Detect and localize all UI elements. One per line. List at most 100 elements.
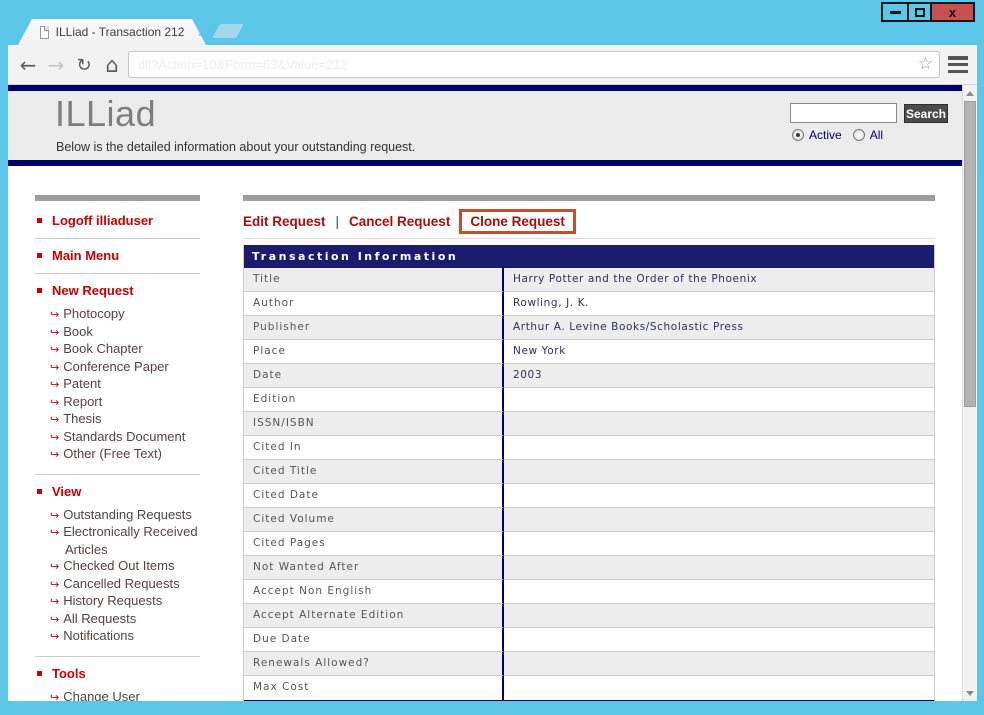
table-row: PublisherArthur A. Levine Books/Scholast…	[244, 316, 934, 340]
item-arrow-icon: ↪	[50, 431, 59, 444]
bookmark-star-icon[interactable]: ☆	[918, 54, 933, 74]
sidebar-nav: Logoff illiaduser Main Menu New Request …	[35, 195, 200, 701]
sidebar-item-tools[interactable]: Tools	[35, 666, 200, 681]
sidebar-item-checked-out-items[interactable]: ↪Checked Out Items	[35, 558, 200, 576]
clone-request-highlight-box: Clone Request	[459, 209, 576, 234]
item-arrow-icon: ↪	[50, 396, 59, 409]
reload-icon[interactable]: ↻	[72, 45, 96, 85]
page-scrollbar[interactable]	[962, 85, 977, 701]
page-viewport: ILLiad Below is the detailed information…	[8, 85, 962, 701]
item-arrow-icon: ↪	[50, 509, 59, 522]
radio-all-label[interactable]: All	[870, 128, 883, 142]
sidebar-item-history-requests[interactable]: ↪History Requests	[35, 593, 200, 611]
sidebar-item-logoff[interactable]: Logoff illiaduser	[35, 213, 200, 228]
sidebar-item-new-request[interactable]: New Request	[35, 283, 200, 298]
browser-tab[interactable]: ILLiad - Transaction 212 ×	[18, 19, 206, 45]
window-close-button[interactable]: x	[930, 2, 975, 22]
search-input[interactable]	[790, 103, 897, 123]
tab-close-icon[interactable]: ×	[198, 25, 206, 40]
sidebar-section-main-menu: Main Menu	[35, 238, 200, 273]
sidebar-item-photocopy[interactable]: ↪Photocopy	[35, 306, 200, 324]
table-row: Edition	[244, 388, 934, 412]
sidebar-item-electronically-received-articles[interactable]: ↪Electronically Received Articles	[35, 524, 200, 558]
home-icon[interactable]: ⌂	[100, 45, 124, 85]
sidebar-section-view: View ↪Outstanding Requests ↪Electronical…	[35, 474, 200, 656]
item-arrow-icon: ↪	[50, 578, 59, 591]
address-bar[interactable]: dll?Action=10&Form=63&Value=212 ☆	[128, 51, 940, 78]
transaction-table-rows: TitleHarry Potter and the Order of the P…	[244, 268, 934, 700]
item-arrow-icon: ↪	[50, 560, 59, 573]
browser-window: x ILLiad - Transaction 212 × ← → ↻ ⌂ dll…	[0, 0, 984, 715]
table-row: ISSN/ISBN	[244, 412, 934, 436]
search-scope-radios: Active All	[792, 128, 889, 142]
table-row: Due Date	[244, 628, 934, 652]
actions-divider	[243, 238, 935, 239]
radio-all[interactable]	[853, 129, 865, 141]
scroll-down-button[interactable]	[963, 685, 977, 701]
sidebar-top-bar	[35, 195, 200, 201]
table-row: Accept Non English	[244, 580, 934, 604]
sidebar-item-patent[interactable]: ↪Patent	[35, 376, 200, 394]
sidebar-item-outstanding-requests[interactable]: ↪Outstanding Requests	[35, 507, 200, 525]
sidebar-item-report[interactable]: ↪Report	[35, 394, 200, 412]
menu-icon[interactable]	[948, 56, 968, 73]
item-arrow-icon: ↪	[50, 613, 59, 626]
request-actions: Edit Request | Cancel Request Clone Requ…	[243, 208, 935, 235]
window-maximize-button[interactable]	[907, 2, 932, 22]
minimize-icon	[890, 11, 901, 14]
main-content: Edit Request | Cancel Request Clone Requ…	[243, 195, 935, 701]
sidebar-item-standards-document[interactable]: ↪Standards Document	[35, 429, 200, 447]
table-row: Date2003	[244, 364, 934, 388]
maximize-icon	[915, 8, 925, 17]
sidebar-section-tools: Tools ↪Change User Information ↪Change A…	[35, 656, 200, 702]
back-icon[interactable]: ←	[16, 45, 40, 85]
table-row: Cited Title	[244, 460, 934, 484]
radio-active-label[interactable]: Active	[809, 128, 842, 142]
table-row: Cited Pages	[244, 532, 934, 556]
item-arrow-icon: ↪	[50, 526, 59, 539]
item-arrow-icon: ↪	[50, 378, 59, 391]
sidebar-item-all-requests[interactable]: ↪All Requests	[35, 611, 200, 629]
bullet-icon	[37, 218, 42, 223]
scroll-up-button[interactable]	[963, 85, 977, 101]
transaction-table-title: Transaction Information	[244, 245, 934, 268]
sidebar-item-notifications[interactable]: ↪Notifications	[35, 628, 200, 646]
table-row: Cited Date	[244, 484, 934, 508]
sidebar-item-cancelled-requests[interactable]: ↪Cancelled Requests	[35, 576, 200, 594]
window-minimize-button[interactable]	[881, 2, 909, 22]
table-row: Max Cost	[244, 676, 934, 700]
item-arrow-icon: ↪	[50, 691, 59, 702]
sidebar-item-main-menu[interactable]: Main Menu	[35, 248, 200, 263]
table-row: AuthorRowling, J. K.	[244, 292, 934, 316]
item-arrow-icon: ↪	[50, 326, 59, 339]
sidebar-item-book[interactable]: ↪Book	[35, 324, 200, 342]
scrollbar-thumb[interactable]	[964, 101, 976, 407]
table-row: Cited In	[244, 436, 934, 460]
url-text: dll?Action=10&Form=63&Value=212	[138, 52, 348, 77]
radio-active[interactable]	[792, 129, 804, 141]
item-arrow-icon: ↪	[50, 448, 59, 461]
item-arrow-icon: ↪	[50, 630, 59, 643]
sidebar-item-conference-paper[interactable]: ↪Conference Paper	[35, 359, 200, 377]
arrow-up-icon	[966, 91, 974, 96]
item-arrow-icon: ↪	[50, 308, 59, 321]
table-row: TitleHarry Potter and the Order of the P…	[244, 268, 934, 292]
sidebar-item-view[interactable]: View	[35, 484, 200, 499]
bullet-icon	[37, 489, 42, 494]
bullet-icon	[37, 288, 42, 293]
edit-request-link[interactable]: Edit Request	[243, 214, 326, 229]
sidebar-item-change-user-information[interactable]: ↪Change User Information	[35, 689, 200, 702]
item-arrow-icon: ↪	[50, 595, 59, 608]
sidebar-section-new-request: New Request ↪Photocopy ↪Book ↪Book Chapt…	[35, 273, 200, 474]
forward-icon[interactable]: →	[44, 45, 68, 85]
new-tab-button[interactable]	[212, 24, 243, 38]
search-button[interactable]: Search	[904, 104, 948, 123]
sidebar-item-book-chapter[interactable]: ↪Book Chapter	[35, 341, 200, 359]
sidebar-item-thesis[interactable]: ↪Thesis	[35, 411, 200, 429]
cancel-request-link[interactable]: Cancel Request	[349, 214, 450, 229]
clone-request-link[interactable]: Clone Request	[470, 214, 565, 229]
action-separator: |	[336, 214, 340, 229]
bullet-icon	[37, 671, 42, 676]
arrow-down-icon	[966, 691, 974, 696]
sidebar-item-other-free-text[interactable]: ↪Other (Free Text)	[35, 446, 200, 464]
